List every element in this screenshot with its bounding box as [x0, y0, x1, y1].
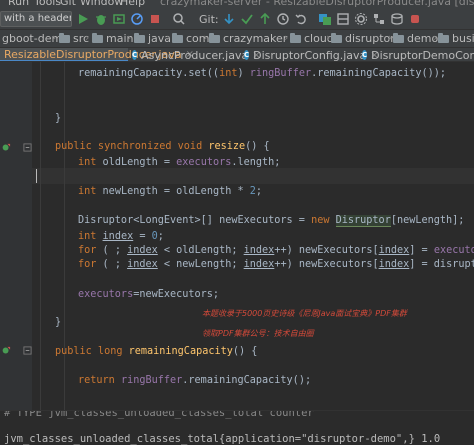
menu-help[interactable]: Help [120, 0, 145, 8]
console-line: # TYPE jvm_classes_unloaded_classes_tota… [4, 410, 314, 419]
fold-icon[interactable] [23, 346, 32, 355]
tab-disruptor-demo-controller[interactable]: C DisruptorDemoControlle [358, 48, 474, 61]
git-commit-icon[interactable] [240, 12, 254, 26]
class-icon: C [362, 50, 368, 60]
menu-git[interactable]: Git [60, 0, 76, 8]
run-config-select[interactable]: with a header#3 [0, 11, 72, 27]
code-line: public long remainingCapacity() { [55, 346, 258, 357]
structure-icon[interactable] [372, 12, 386, 26]
crumb-disruptor[interactable]: disruptor [331, 32, 395, 45]
code-editor[interactable]: remainingCapacity.set((int) ringBuffer.r… [32, 62, 474, 410]
folder-icon [393, 32, 404, 43]
profile-icon[interactable] [130, 12, 144, 26]
tab-async-producer[interactable]: C AsyncProducer.java × [128, 48, 261, 61]
breadcrumb: gboot-demo › src › main › java › com › c… [0, 30, 474, 48]
window-title: crazymaker-server - ResizableDisruptorPr… [160, 0, 474, 8]
console-output[interactable]: # TYPE jvm_classes_unloaded_classes_tota… [0, 410, 474, 445]
current-line-highlight [32, 168, 474, 184]
run-icon[interactable] [76, 12, 90, 26]
folder-icon [331, 32, 342, 43]
crumb-demo[interactable]: demo [393, 32, 438, 45]
folder-icon [290, 32, 301, 43]
code-line: for ( ; index < oldLength; index++) newE… [78, 245, 474, 256]
menu-bar: Run Tools Git Window Help crazymaker-ser… [0, 0, 474, 8]
run-config-label: with a header#3 [4, 13, 72, 24]
class-icon: C [244, 50, 250, 60]
folder-icon [209, 32, 220, 43]
editor-tabs: ResizableDisruptorProducer.java × C Asyn… [0, 48, 474, 62]
crumb-crazymaker[interactable]: crazymaker [209, 32, 287, 45]
rollback-icon[interactable] [294, 12, 308, 26]
menu-run[interactable]: Run [8, 0, 29, 8]
git-label: Git: [199, 13, 219, 26]
toolbar: with a header#3 Git: [0, 8, 474, 30]
git-push-icon[interactable] [258, 12, 272, 26]
translate-icon[interactable] [318, 12, 332, 26]
plugin-icon[interactable] [408, 12, 422, 26]
watermark-line-2: 领取PDF集群公号：技术自由圈 [202, 329, 314, 338]
folder-icon [92, 32, 103, 43]
stop-icon[interactable] [148, 12, 162, 26]
override-marker-icon[interactable] [2, 346, 11, 355]
code-line: } [55, 113, 62, 124]
folder-icon [172, 32, 183, 43]
gutter[interactable] [0, 62, 32, 410]
override-marker-icon[interactable] [2, 143, 11, 152]
code-line: int oldLength = executors.length; [78, 157, 281, 168]
folder-icon [438, 32, 449, 43]
debug-icon[interactable] [94, 12, 108, 26]
fold-icon[interactable] [23, 143, 32, 152]
coverage-icon[interactable] [112, 12, 126, 26]
folder-icon [134, 32, 145, 43]
code-line: Disruptor<LongEvent>[] newExecutors = ne… [78, 215, 465, 227]
settings-icon[interactable] [354, 12, 368, 26]
code-line: return ringBuffer.remainingCapacity(); [78, 375, 312, 386]
code-line: int index = 0; [78, 231, 164, 242]
menu-window[interactable]: Window [80, 0, 123, 8]
crumb-business[interactable]: business [438, 32, 474, 45]
code-text: remainingCapacity.set((int) ringBuffer.r… [32, 62, 474, 386]
database-icon[interactable] [390, 12, 404, 26]
code-line: public synchronized void resize() { [55, 141, 270, 152]
code-line: for ( ; index < newLength; index++) newE… [78, 259, 474, 270]
code-line: int newLength = oldLength * 2; [78, 186, 263, 197]
services-icon[interactable] [336, 12, 350, 26]
menu-tools[interactable]: Tools [34, 0, 61, 8]
search-icon[interactable] [172, 12, 186, 26]
code-line: remainingCapacity.set((int) ringBuffer.r… [78, 68, 447, 79]
history-icon[interactable] [276, 12, 290, 26]
folder-icon [59, 32, 70, 43]
console-line: jvm_classes_unloaded_classes_total{appli… [4, 433, 441, 445]
code-line: } [55, 317, 62, 328]
watermark-line-1: 本题收录于5000页史诗级《尼恩Java面试宝典》PDF集群 [202, 309, 407, 318]
code-line: executors=newExecutors; [78, 289, 220, 300]
class-icon: C [132, 50, 138, 60]
tab-disruptor-config[interactable]: C DisruptorConfig.java × [240, 48, 379, 61]
git-update-icon[interactable] [222, 12, 236, 26]
tab-resizable-producer[interactable]: ResizableDisruptorProducer.java × [0, 48, 194, 61]
